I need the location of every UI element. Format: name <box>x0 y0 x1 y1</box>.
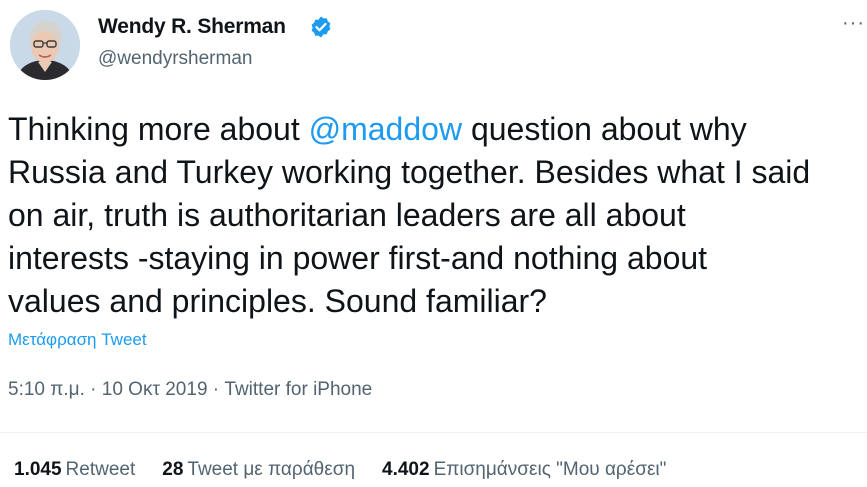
tweet-line-1: Thinking more about @maddow question abo… <box>8 108 867 151</box>
tweet-time[interactable]: 5:10 π.μ. <box>8 379 85 400</box>
tweet-line-1-start: Thinking more about <box>8 111 309 147</box>
retweets-label: Retweet <box>65 459 136 480</box>
more-horizontal-icon[interactable]: ··· <box>842 8 864 38</box>
mention-link[interactable]: @maddow <box>309 111 462 147</box>
tweet-stats: 1.045 Retweet 28 Tweet με παράθεση 4.402 Επισ… <box>14 459 693 481</box>
avatar[interactable] <box>10 10 80 80</box>
tweet-line-1-end: question about why <box>462 111 747 147</box>
quote-tweets-stat[interactable]: 28 Tweet με παράθεση <box>162 459 355 481</box>
tweet-date[interactable]: 10 Οκτ 2019 <box>102 379 208 400</box>
tweet-text: Thinking more about @maddow question abo… <box>8 108 867 323</box>
avatar-image <box>10 10 80 80</box>
retweets-count: 1.045 <box>14 459 62 480</box>
author-name[interactable]: Wendy R. Sherman <box>98 15 286 39</box>
meta-separator: · <box>84 379 102 400</box>
likes-label: Επισημάνσεις "Μου αρέσει" <box>433 459 667 480</box>
likes-count: 4.402 <box>382 459 430 480</box>
tweet-line-4: interests -staying in power first-and no… <box>8 240 708 276</box>
quotes-label: Tweet με παράθεση <box>187 459 356 480</box>
tweet-source[interactable]: Twitter for iPhone <box>224 379 372 400</box>
tweet-line-3: on air, truth is authoritarian leaders a… <box>8 197 686 233</box>
verified-badge-icon <box>311 16 331 38</box>
meta-separator: · <box>207 379 225 400</box>
author-handle[interactable]: @wendyrsherman <box>98 48 252 70</box>
tweet-line-2: Russia and Turkey working together. Besi… <box>8 154 811 190</box>
divider <box>0 432 867 433</box>
tweet-meta: 5:10 π.μ. · 10 Οκτ 2019 · Twitter for iP… <box>8 379 372 401</box>
quotes-count: 28 <box>162 459 184 480</box>
likes-stat[interactable]: 4.402 Επισημάνσεις "Μου αρέσει" <box>382 459 666 481</box>
translate-tweet-link[interactable]: Μετάφραση Tweet <box>8 330 147 350</box>
retweets-stat[interactable]: 1.045 Retweet <box>14 459 135 481</box>
tweet-line-5: values and principles. Sound familiar? <box>8 283 547 319</box>
